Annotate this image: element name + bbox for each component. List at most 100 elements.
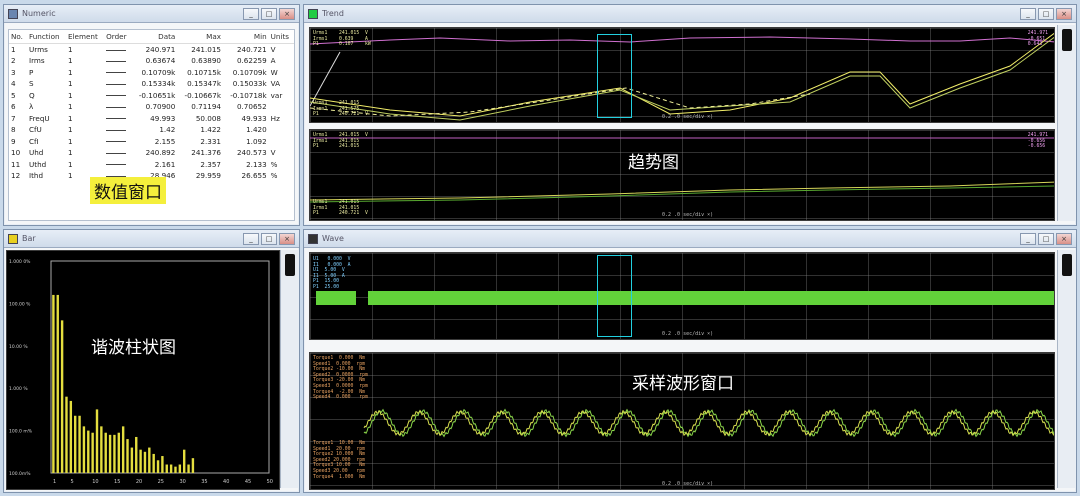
maximize-button[interactable]: □: [261, 232, 277, 245]
col-no[interactable]: No.: [9, 30, 27, 44]
cell-element: 1: [68, 90, 73, 100]
cell-units: [269, 136, 294, 148]
bar-titlebar[interactable]: Bar _ □ ×: [4, 230, 299, 248]
vertical-scale-icon[interactable]: [284, 254, 295, 276]
wave-plot-bottom[interactable]: Torque1 0.000 Nm Speed1 0.000 rpm Torque…: [309, 352, 1055, 490]
col-function[interactable]: Function: [26, 30, 66, 44]
harmonic-bar: [60, 320, 64, 473]
minimize-button[interactable]: _: [243, 232, 259, 245]
wave-cursor-box[interactable]: [597, 255, 632, 337]
trend-trace-bottom-yellow: [310, 181, 1054, 201]
numeric-row[interactable]: 1 Urms 1 240.971 241.015 240.721 V: [9, 44, 294, 56]
numeric-row[interactable]: 5 Q 1 -0.10651k -0.10667k -0.10718k var: [9, 90, 294, 102]
harmonic-bar: [139, 449, 142, 473]
cell-order: [104, 113, 132, 125]
harmonic-bar: [52, 294, 55, 473]
maximize-button[interactable]: □: [1038, 7, 1054, 20]
close-button[interactable]: ×: [1056, 7, 1072, 20]
close-button[interactable]: ×: [1056, 232, 1072, 245]
numeric-row[interactable]: 6 λ 1 0.70900 0.71194 0.70652: [9, 101, 294, 113]
cell-order: [104, 90, 132, 102]
harmonic-bar: [113, 434, 116, 473]
close-button[interactable]: ×: [279, 232, 295, 245]
cell-max: 50.008: [195, 113, 221, 123]
bar-x-tick-label: 45: [245, 479, 251, 485]
harmonic-bar: [126, 439, 129, 473]
trend-plot-bottom[interactable]: Urms1 241.015 V Irms1 241.015 P1 241.015…: [309, 129, 1055, 221]
numeric-titlebar[interactable]: Numeric _ □ ×: [4, 5, 299, 23]
bar-x-tick-label: 35: [201, 479, 207, 485]
cell-data: 0.70900: [145, 102, 176, 112]
cell-function: Q: [28, 90, 35, 100]
bar-window-icon: [8, 233, 18, 244]
numeric-row[interactable]: 10 Uhd 1 240.892 241.376 240.573 V: [9, 147, 294, 159]
harmonic-bar: [165, 464, 168, 473]
cell-function: Ithd: [28, 171, 44, 181]
harmonic-bar: [174, 466, 177, 473]
close-button[interactable]: ×: [279, 7, 295, 20]
trend-left-labels-bottom: Urms1 241.015 V Irms1 241.015 P1 241.015: [313, 133, 368, 150]
cell-element: 1: [68, 79, 73, 89]
harmonic-bar: [152, 453, 155, 473]
cell-no: 5: [11, 90, 16, 100]
numeric-row[interactable]: 7 FreqU 1 49.993 50.008 49.933 Hz: [9, 113, 294, 125]
harmonic-bar: [178, 464, 182, 473]
vertical-scale-icon[interactable]: [1061, 254, 1072, 276]
cell-order: [104, 136, 132, 148]
col-units[interactable]: Units: [268, 30, 294, 44]
numeric-row[interactable]: 4 S 1 0.15334k 0.15347k 0.15033k VA: [9, 78, 294, 90]
col-min[interactable]: Min: [223, 30, 269, 44]
col-order[interactable]: Order: [104, 30, 132, 44]
trend-right-labels-top: 241.971 -0.651 0.643: [1027, 31, 1048, 48]
cell-max: 2.357: [200, 159, 221, 169]
cell-order: [104, 101, 132, 113]
maximize-button[interactable]: □: [1038, 232, 1054, 245]
trend-trace-dash: [310, 87, 811, 117]
col-data[interactable]: Data: [131, 30, 178, 44]
cell-units: A: [270, 56, 276, 66]
bar-x-tick-label: 30: [179, 479, 185, 485]
cell-function: P: [28, 67, 34, 77]
wave-plot-top[interactable]: U1 0.000 V I1 0.000 A U1 5.00 V I1 5.00 …: [309, 252, 1055, 340]
minimize-button[interactable]: _: [1020, 232, 1036, 245]
trend-titlebar[interactable]: Trend _ □ ×: [304, 5, 1076, 23]
vertical-scale-icon[interactable]: [1061, 29, 1072, 51]
trend-left-labels-top: Urms1 241.015 V Irms1 0.639 A P1 0.107 k…: [313, 31, 371, 48]
cell-element: 1: [68, 102, 73, 112]
cell-max: 0.63890: [191, 56, 221, 66]
trend-plot-top[interactable]: Urms1 241.015 V Irms1 0.639 A P1 0.107 k…: [309, 27, 1055, 123]
harmonic-bar: [169, 464, 173, 473]
col-element[interactable]: Element: [66, 30, 105, 44]
trend-cursor-box-top[interactable]: [597, 34, 632, 118]
numeric-row[interactable]: 11 Uthd 1 2.161 2.357 2.133%: [9, 159, 294, 171]
cell-no: 4: [11, 79, 16, 89]
cell-min: 240.721: [236, 45, 267, 54]
cell-order: [104, 67, 132, 79]
wave-window-title: Wave: [322, 234, 344, 243]
numeric-row[interactable]: 8 CfU 1 1.42 1.422 1.420: [9, 124, 294, 136]
harmonic-bar-chart[interactable]: 1.000 0% 100.00 % 10.00 % 1.000 % 100.0 m% 10…: [6, 250, 280, 490]
wave-window: Wave _ □ × U1 0.000 V I1 0.000 A U1 5.00…: [303, 229, 1077, 493]
cell-units: [269, 101, 294, 113]
cell-element: 1: [68, 45, 73, 54]
cell-min: 49.933: [241, 113, 267, 123]
cell-function: S: [28, 79, 34, 89]
cell-min: 1.420: [246, 125, 267, 135]
numeric-row[interactable]: 2 Irms 1 0.63674 0.63890 0.62259 A: [9, 55, 294, 67]
numeric-row[interactable]: 3 P 1 0.10709k 0.10715k 0.10709k W: [9, 67, 294, 79]
col-max[interactable]: Max: [177, 30, 223, 44]
minimize-button[interactable]: _: [243, 7, 259, 20]
minimize-button[interactable]: _: [1020, 7, 1036, 20]
maximize-button[interactable]: □: [261, 7, 277, 20]
harmonic-bar: [191, 458, 195, 473]
trend-left-labels-bottom-b: Urms1 241.015 Irms1 241.015 P1 240.721 V: [313, 200, 368, 217]
cell-min: 240.573: [236, 148, 267, 158]
harmonic-bar: [87, 430, 90, 473]
cell-element: 1: [68, 125, 73, 135]
bar-y-tick-label: 1.000 %: [9, 386, 28, 392]
harmonic-bar: [82, 426, 86, 473]
cell-max: 1.422: [200, 125, 221, 135]
wave-dense-signal-start: [316, 291, 356, 305]
numeric-row[interactable]: 9 CfI 1 2.155 2.331 1.092: [9, 136, 294, 148]
wave-titlebar[interactable]: Wave _ □ ×: [304, 230, 1076, 248]
